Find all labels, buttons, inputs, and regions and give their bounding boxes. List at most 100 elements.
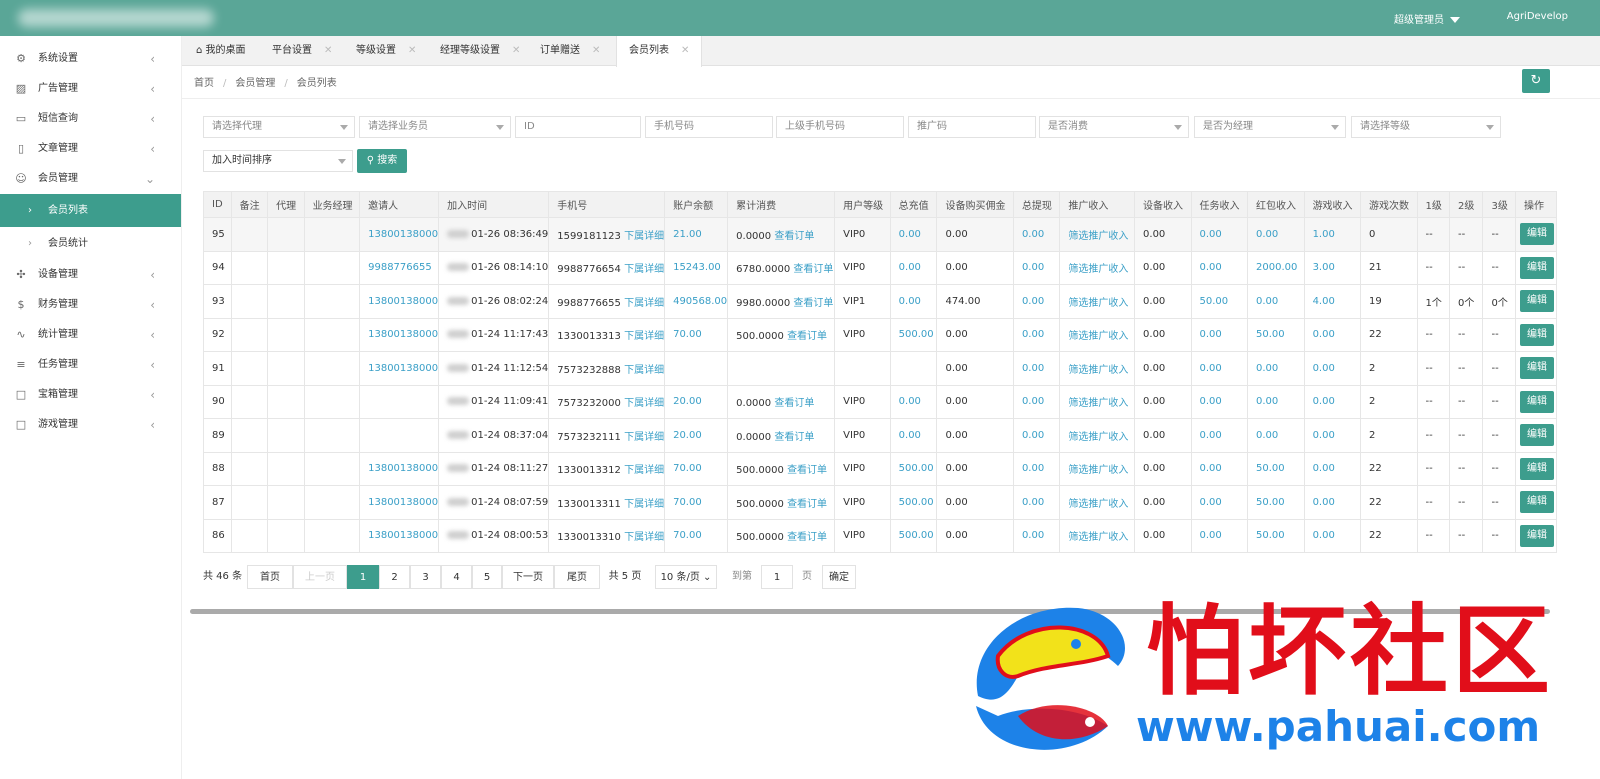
- balance-cell[interactable]: 490568.00: [664, 284, 729, 319]
- game-income-cell[interactable]: 1.00: [1303, 217, 1362, 252]
- withdraw-cell-text[interactable]: 0.00: [1022, 329, 1044, 340]
- withdraw-cell[interactable]: 0.00: [1012, 485, 1061, 520]
- search-button[interactable]: ⚲ 搜索: [357, 149, 407, 173]
- withdraw-cell-text[interactable]: 0.00: [1022, 262, 1044, 273]
- subordinate-detail-link[interactable]: 下属详细: [624, 365, 664, 376]
- game-income-cell[interactable]: 0.00: [1303, 485, 1362, 520]
- redpack-income-cell-text[interactable]: 50.00: [1256, 530, 1285, 541]
- page-button-3[interactable]: 3: [410, 565, 441, 589]
- withdraw-cell[interactable]: 0.00: [1012, 418, 1061, 453]
- balance-cell[interactable]: 21.00: [664, 217, 729, 252]
- view-orders-link[interactable]: 查看订单: [774, 398, 814, 409]
- promo-income-link[interactable]: 筛选推广收入: [1059, 317, 1136, 352]
- view-orders-link[interactable]: 查看订单: [787, 532, 827, 543]
- user-menu[interactable]: 超级管理员: [1394, 11, 1460, 26]
- tab-platform-settings[interactable]: 平台设置 ✕: [260, 36, 344, 66]
- game-income-cell-text[interactable]: 0.00: [1313, 463, 1335, 474]
- page-button-1[interactable]: 1: [347, 565, 379, 589]
- sidebar-item-articles[interactable]: ▯ 文章管理 ‹: [0, 134, 181, 164]
- edit-button[interactable]: 编辑: [1519, 491, 1554, 514]
- withdraw-cell[interactable]: 0.00: [1012, 351, 1061, 386]
- balance-cell-text[interactable]: 490568.00: [673, 296, 727, 307]
- recharge-cell-text[interactable]: 500.00: [899, 497, 934, 508]
- balance-cell-text[interactable]: 70.00: [673, 497, 702, 508]
- close-icon[interactable]: ✕: [592, 45, 600, 56]
- per-page-select[interactable]: 10 条/页 ⌄: [655, 565, 717, 589]
- withdraw-cell[interactable]: 0.00: [1012, 451, 1061, 486]
- task-income-cell[interactable]: 0.00: [1190, 351, 1249, 386]
- game-income-cell[interactable]: 0.00: [1303, 384, 1362, 419]
- redpack-income-cell[interactable]: 50.00: [1247, 317, 1305, 352]
- inviter-cell-text[interactable]: 13800138000: [368, 463, 438, 474]
- redpack-income-cell[interactable]: 50.00: [1247, 518, 1305, 553]
- game-income-cell-text[interactable]: 3.00: [1313, 262, 1335, 273]
- redpack-income-cell[interactable]: 50.00: [1247, 485, 1305, 520]
- withdraw-cell[interactable]: 0.00: [1012, 250, 1061, 285]
- inviter-cell-text[interactable]: 13800138000: [368, 329, 438, 340]
- recharge-cell[interactable]: 0.00: [889, 250, 938, 285]
- task-income-cell[interactable]: 0.00: [1190, 250, 1249, 285]
- balance-cell[interactable]: 20.00: [664, 384, 729, 419]
- promo-income-link-text[interactable]: 筛选推广收入: [1068, 264, 1128, 275]
- inviter-cell[interactable]: 13800138000: [359, 485, 440, 520]
- recharge-cell[interactable]: 0.00: [889, 384, 938, 419]
- inviter-cell-text[interactable]: 13800138000: [368, 497, 438, 508]
- promo-income-link-text[interactable]: 筛选推广收入: [1068, 365, 1128, 376]
- inviter-cell-text[interactable]: 13800138000: [368, 296, 438, 307]
- game-income-cell[interactable]: 0.00: [1303, 317, 1362, 352]
- level-select[interactable]: 请选择等级: [1351, 116, 1501, 138]
- view-orders-link[interactable]: 查看订单: [774, 432, 814, 443]
- task-income-cell[interactable]: 50.00: [1190, 284, 1249, 319]
- breadcrumb-members[interactable]: 会员管理: [235, 78, 275, 89]
- game-income-cell-text[interactable]: 0.00: [1313, 363, 1335, 374]
- subordinate-detail-link[interactable]: 下属详细: [624, 231, 664, 242]
- balance-cell-text[interactable]: 21.00: [673, 229, 702, 240]
- withdraw-cell[interactable]: 0.00: [1012, 384, 1061, 419]
- promo-income-link[interactable]: 筛选推广收入: [1059, 485, 1136, 520]
- redpack-income-cell[interactable]: 2000.00: [1247, 250, 1305, 285]
- sidebar-sub-member-list[interactable]: › 会员列表: [0, 194, 181, 227]
- task-income-cell[interactable]: 0.00: [1190, 384, 1249, 419]
- recharge-cell[interactable]: 0.00: [889, 418, 938, 453]
- redpack-income-cell-text[interactable]: 50.00: [1256, 497, 1285, 508]
- game-income-cell[interactable]: 3.00: [1303, 250, 1362, 285]
- goto-page-input[interactable]: 1: [761, 565, 793, 589]
- sidebar-item-ads[interactable]: ▨ 广告管理 ‹: [0, 74, 181, 104]
- refresh-button[interactable]: ↻: [1522, 69, 1550, 93]
- game-income-cell-text[interactable]: 0.00: [1313, 430, 1335, 441]
- sidebar-item-system[interactable]: ⚙ 系统设置 ‹: [0, 44, 181, 74]
- sort-select[interactable]: 加入时间排序: [203, 150, 353, 172]
- subordinate-detail-link[interactable]: 下属详细: [624, 298, 664, 309]
- withdraw-cell-text[interactable]: 0.00: [1022, 530, 1044, 541]
- redpack-income-cell-text[interactable]: 0.00: [1256, 229, 1278, 240]
- game-income-cell[interactable]: 0.00: [1303, 351, 1362, 386]
- manager-select[interactable]: 是否为经理: [1194, 116, 1346, 138]
- subordinate-detail-link[interactable]: 下属详细: [624, 432, 664, 443]
- game-income-cell-text[interactable]: 0.00: [1313, 329, 1335, 340]
- promo-income-link[interactable]: 筛选推广收入: [1059, 418, 1136, 453]
- close-icon[interactable]: ✕: [324, 45, 332, 56]
- next-page-button[interactable]: 下一页: [502, 565, 554, 589]
- redpack-income-cell-text[interactable]: 0.00: [1256, 396, 1278, 407]
- page-button-5[interactable]: 5: [472, 565, 502, 589]
- consumed-select[interactable]: 是否消费: [1039, 116, 1189, 138]
- inviter-cell[interactable]: [359, 384, 440, 419]
- promo-income-link-text[interactable]: 筛选推广收入: [1068, 398, 1128, 409]
- recharge-cell-text[interactable]: 0.00: [899, 430, 921, 441]
- sidebar-item-stats[interactable]: ∿ 统计管理 ‹: [0, 320, 181, 350]
- page-button-4[interactable]: 4: [441, 565, 472, 589]
- sidebar-item-games[interactable]: □ 游戏管理 ‹: [0, 410, 181, 440]
- agent-select[interactable]: 请选择代理: [203, 116, 355, 138]
- close-icon[interactable]: ✕: [512, 45, 520, 56]
- sidebar-item-devices[interactable]: ✣ 设备管理 ‹: [0, 260, 181, 290]
- withdraw-cell-text[interactable]: 0.00: [1022, 363, 1044, 374]
- tab-manager-level-settings[interactable]: 经理等级设置 ✕: [428, 36, 528, 66]
- project-name[interactable]: AgriDevelop: [1507, 11, 1568, 22]
- task-income-cell-text[interactable]: 0.00: [1200, 497, 1222, 508]
- promo-income-link[interactable]: 筛选推广收入: [1059, 351, 1136, 386]
- balance-cell-text[interactable]: 20.00: [673, 430, 702, 441]
- subordinate-detail-link[interactable]: 下属详细: [624, 499, 664, 510]
- withdraw-cell[interactable]: 0.00: [1012, 518, 1061, 553]
- balance-cell[interactable]: 20.00: [664, 418, 729, 453]
- promo-income-link[interactable]: 筛选推广收入: [1059, 518, 1136, 553]
